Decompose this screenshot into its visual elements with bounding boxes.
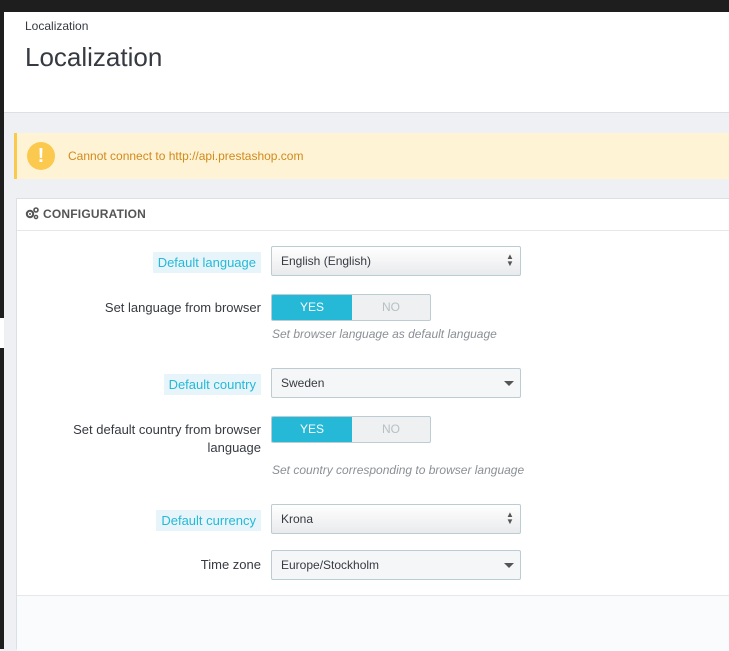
default-language-label-text[interactable]: Default language <box>152 252 261 273</box>
country-browser-help: Set country corresponding to browser lan… <box>272 463 525 477</box>
default-country-value: Sweden <box>281 376 325 390</box>
alert-message: Cannot connect to http://api.prestashop.… <box>68 149 304 163</box>
country-from-browser-label-line1: Set default country from browser <box>73 422 261 437</box>
toggle-no-option[interactable]: NO <box>352 417 430 442</box>
time-zone-select[interactable]: Europe/Stockholm <box>271 550 521 580</box>
panel-heading: CONFIGURATION <box>17 199 729 231</box>
time-zone-label: Time zone <box>200 557 261 572</box>
warning-alert: ! Cannot connect to http://api.prestasho… <box>14 133 729 179</box>
language-browser-help: Set browser language as default language <box>272 327 497 341</box>
toggle-no-option[interactable]: NO <box>352 295 430 320</box>
select-updown-icon: ▲ ▼ <box>506 510 514 526</box>
language-from-browser-toggle[interactable]: YES NO <box>271 294 431 321</box>
default-language-value: English (English) <box>281 254 372 268</box>
panel-footer <box>17 595 729 651</box>
time-zone-value: Europe/Stockholm <box>281 558 380 572</box>
toggle-yes-option[interactable]: YES <box>272 417 352 442</box>
country-from-browser-toggle[interactable]: YES NO <box>271 416 431 443</box>
select-updown-icon: ▲ ▼ <box>506 252 514 268</box>
window-top-strip <box>0 0 729 12</box>
configuration-panel: CONFIGURATION Default language English (… <box>16 198 729 651</box>
toggle-yes-option[interactable]: YES <box>272 295 352 320</box>
default-currency-select[interactable]: Krona ▲ ▼ <box>271 504 521 534</box>
default-currency-label-text[interactable]: Default currency <box>156 510 261 531</box>
default-language-label: Default language <box>152 252 261 273</box>
chevron-down-icon <box>504 381 514 386</box>
default-currency-value: Krona <box>281 512 314 526</box>
panel-title: CONFIGURATION <box>43 207 147 221</box>
default-country-label: Default country <box>163 374 261 395</box>
default-language-select[interactable]: English (English) ▲ ▼ <box>271 246 521 276</box>
gears-icon <box>25 207 39 220</box>
language-from-browser-label: Set language from browser <box>104 300 261 315</box>
country-from-browser-label: Set default country from browser languag… <box>73 421 261 457</box>
default-country-label-text[interactable]: Default country <box>163 374 261 395</box>
country-from-browser-label-line2: language <box>207 440 262 455</box>
chevron-down-icon <box>504 563 514 568</box>
default-currency-label: Default currency <box>156 510 261 531</box>
default-country-select[interactable]: Sweden <box>271 368 521 398</box>
page-title: Localization <box>25 42 163 72</box>
page-header: Localization Localization <box>4 12 729 113</box>
breadcrumb[interactable]: Localization <box>25 19 88 33</box>
warning-icon: ! <box>27 142 55 170</box>
